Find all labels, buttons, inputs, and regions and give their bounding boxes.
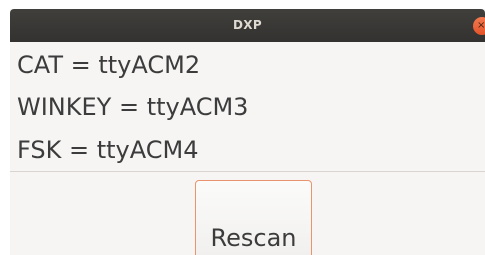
port-assignment-fsk: FSK = ttyACM4 [17,136,199,164]
dxp-window: DXP × CAT = ttyACM2 WINKEY = ttyACM3 FSK… [10,9,485,255]
window-title: DXP [233,18,262,32]
rescan-button[interactable]: Rescan [195,180,312,255]
separator [10,171,485,172]
rescan-button-label: Rescan [210,224,297,252]
title-bar[interactable]: DXP × [10,9,485,42]
port-assignment-cat: CAT = ttyACM2 [17,51,201,79]
close-icon[interactable]: × [473,17,485,35]
port-assignment-winkey: WINKEY = ttyACM3 [17,93,249,121]
